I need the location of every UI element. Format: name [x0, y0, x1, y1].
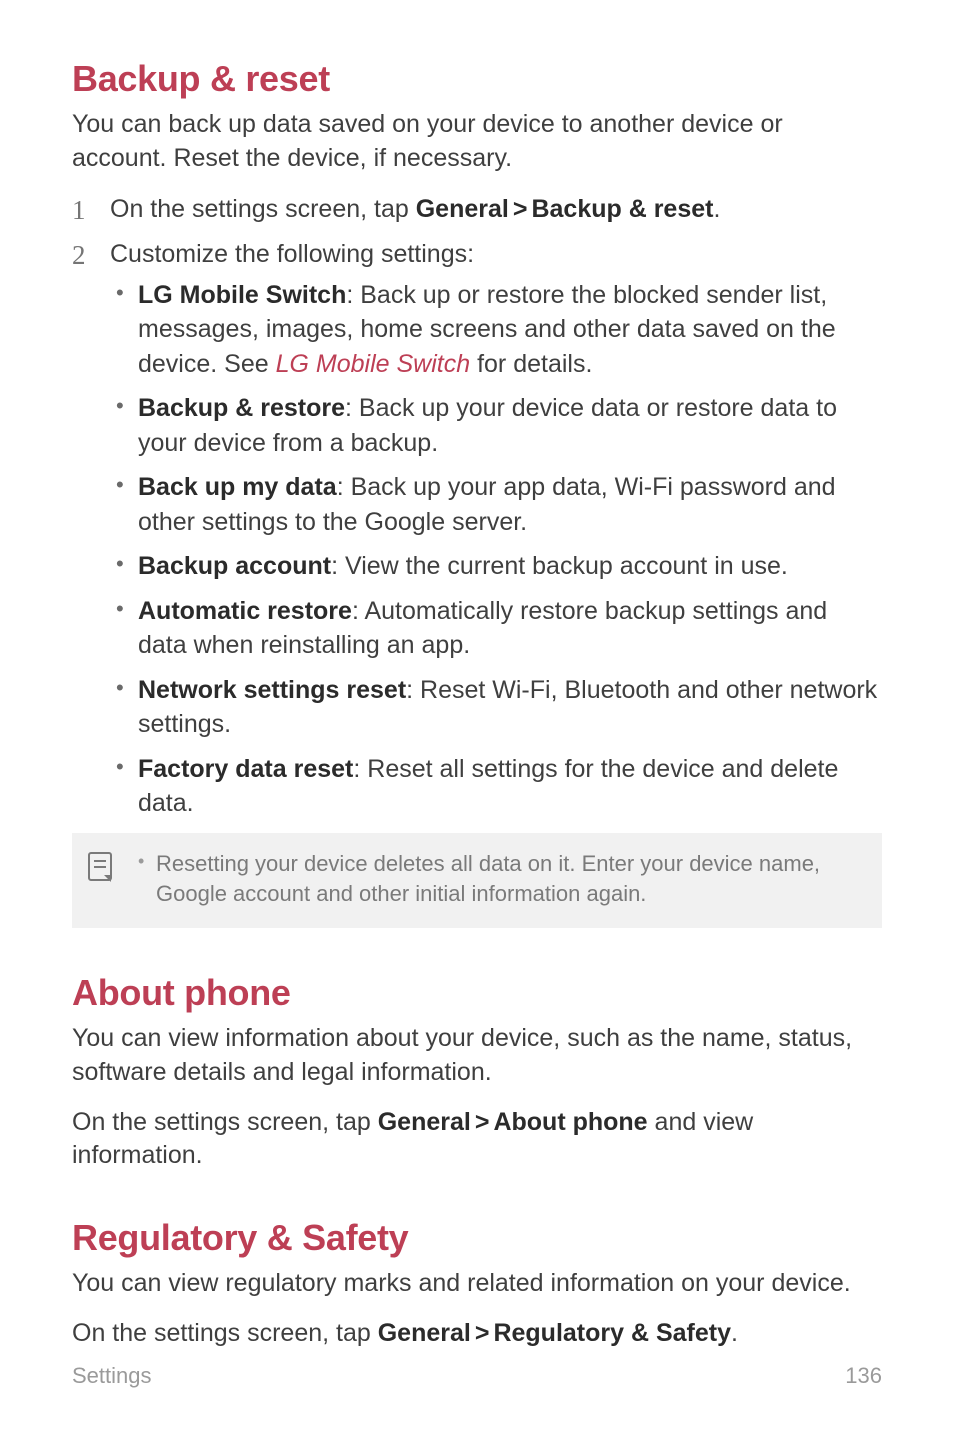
- bullet-label: Factory data reset: [138, 755, 353, 783]
- bullet-text: : View the current backup account in use…: [331, 552, 788, 580]
- steps-list: On the settings screen, tap General>Back…: [72, 192, 882, 821]
- bullet-label: Backup & restore: [138, 394, 345, 422]
- link-lg-mobile-switch[interactable]: LG Mobile Switch: [276, 350, 471, 378]
- bullet-label: LG Mobile Switch: [138, 281, 346, 309]
- line-about-phone: On the settings screen, tap General>Abou…: [72, 1106, 882, 1174]
- step-1-post: .: [713, 195, 720, 223]
- bullet-label: Automatic restore: [138, 597, 352, 625]
- step-2-text: Customize the following settings:: [110, 240, 474, 268]
- step-1-backup-reset: Backup & reset: [531, 195, 713, 223]
- bullet-back-up-my-data: Back up my data: Back up your app data, …: [110, 470, 882, 539]
- line-general: General: [378, 1319, 471, 1347]
- step-1-pre: On the settings screen, tap: [110, 195, 416, 223]
- step-1: On the settings screen, tap General>Back…: [72, 192, 882, 227]
- gt-icon: >: [471, 1108, 494, 1136]
- bullet-label: Back up my data: [138, 473, 337, 501]
- line-about-phone-bold: About phone: [493, 1108, 647, 1136]
- gt-icon: >: [471, 1319, 494, 1347]
- intro-regulatory-safety: You can view regulatory marks and relate…: [72, 1267, 882, 1301]
- footer-page-number: 136: [845, 1363, 882, 1389]
- bullet-factory-data-reset: Factory data reset: Reset all settings f…: [110, 752, 882, 821]
- bullet-label: Backup account: [138, 552, 331, 580]
- line-regulatory-safety: On the settings screen, tap General>Regu…: [72, 1317, 882, 1351]
- bullet-backup-restore: Backup & restore: Back up your device da…: [110, 391, 882, 460]
- note-box: Resetting your device deletes all data o…: [72, 833, 882, 929]
- bullet-network-settings-reset: Network settings reset: Reset Wi-Fi, Blu…: [110, 673, 882, 742]
- heading-about-phone: About phone: [72, 972, 882, 1014]
- bullet-backup-account: Backup account: View the current backup …: [110, 549, 882, 584]
- bullet-text-post: for details.: [470, 350, 592, 378]
- note-list: Resetting your device deletes all data o…: [136, 849, 860, 911]
- line-pre: On the settings screen, tap: [72, 1108, 378, 1136]
- bullet-automatic-restore: Automatic restore: Automatically restore…: [110, 594, 882, 663]
- settings-bullets: LG Mobile Switch: Back up or restore the…: [110, 278, 882, 821]
- footer-section-name: Settings: [72, 1363, 152, 1389]
- intro-about-phone: You can view information about your devi…: [72, 1022, 882, 1090]
- line-general: General: [378, 1108, 471, 1136]
- step-2: Customize the following settings: LG Mob…: [72, 237, 882, 821]
- line-post: .: [731, 1319, 738, 1347]
- heading-backup-reset: Backup & reset: [72, 58, 882, 100]
- bullet-label: Network settings reset: [138, 676, 406, 704]
- bullet-lg-mobile-switch: LG Mobile Switch: Back up or restore the…: [110, 278, 882, 382]
- line-regulatory-safety-bold: Regulatory & Safety: [493, 1319, 731, 1347]
- step-1-general: General: [416, 195, 509, 223]
- gt-icon: >: [509, 195, 532, 223]
- line-pre: On the settings screen, tap: [72, 1319, 378, 1347]
- note-icon: [86, 851, 116, 883]
- note-text: Resetting your device deletes all data o…: [136, 849, 860, 911]
- page-footer: Settings 136: [72, 1363, 882, 1389]
- intro-backup-reset: You can back up data saved on your devic…: [72, 108, 882, 176]
- heading-regulatory-safety: Regulatory & Safety: [72, 1217, 882, 1259]
